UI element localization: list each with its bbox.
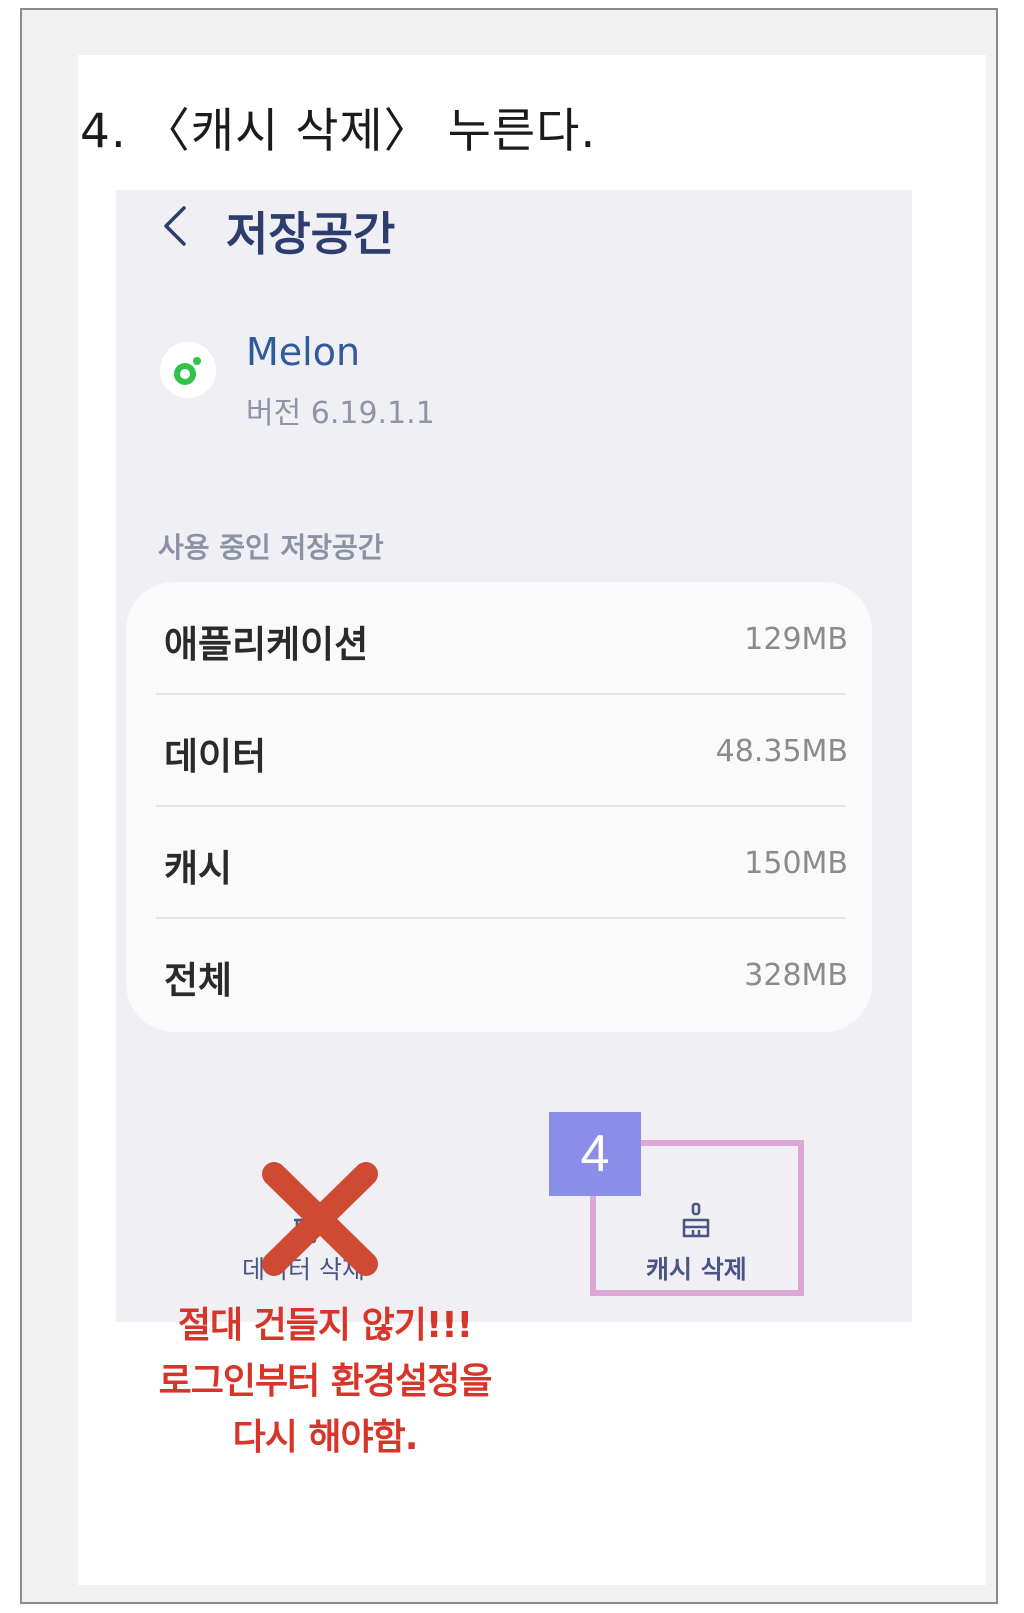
back-arrow-icon[interactable]	[156, 200, 196, 252]
row-label: 전체	[164, 959, 233, 1002]
storage-row-cache: 캐시 150MB	[156, 806, 848, 918]
storage-row-data: 데이터 48.35MB	[156, 694, 848, 806]
row-value: 328MB	[744, 958, 848, 993]
app-version: 버전 6.19.1.1	[246, 396, 435, 431]
section-label: 사용 중인 저장공간	[158, 531, 384, 564]
warning-line: 절대 건들지 않기!!!	[177, 1305, 473, 1346]
row-value: 129MB	[744, 622, 848, 657]
storage-row-app: 애플리케이션 129MB	[156, 582, 848, 694]
row-label: 애플리케이션	[164, 623, 369, 666]
cross-mark-icon	[262, 1162, 378, 1276]
row-label: 데이터	[164, 735, 267, 778]
step-heading: 4. 〈캐시 삭제〉 누른다.	[80, 104, 597, 159]
row-label: 캐시	[164, 847, 233, 890]
melon-app-icon	[160, 342, 216, 398]
warning-line: 로그인부터 환경설정을	[158, 1361, 493, 1402]
row-value: 48.35MB	[715, 734, 848, 769]
storage-row-total: 전체 328MB	[156, 918, 848, 1030]
row-value: 150MB	[744, 846, 848, 881]
melon-logo-icon	[160, 342, 216, 398]
warning-note: 절대 건들지 않기!!! 로그인부터 환경설정을 다시 해야함.	[110, 1298, 540, 1466]
storage-card: 애플리케이션 129MB 데이터 48.35MB 캐시 150MB 전체 328…	[126, 582, 872, 1032]
warning-line: 다시 해야함.	[232, 1417, 419, 1458]
screen-title: 저장공간	[226, 207, 396, 261]
app-name: Melon	[246, 330, 361, 374]
step-badge: 4	[549, 1112, 641, 1196]
